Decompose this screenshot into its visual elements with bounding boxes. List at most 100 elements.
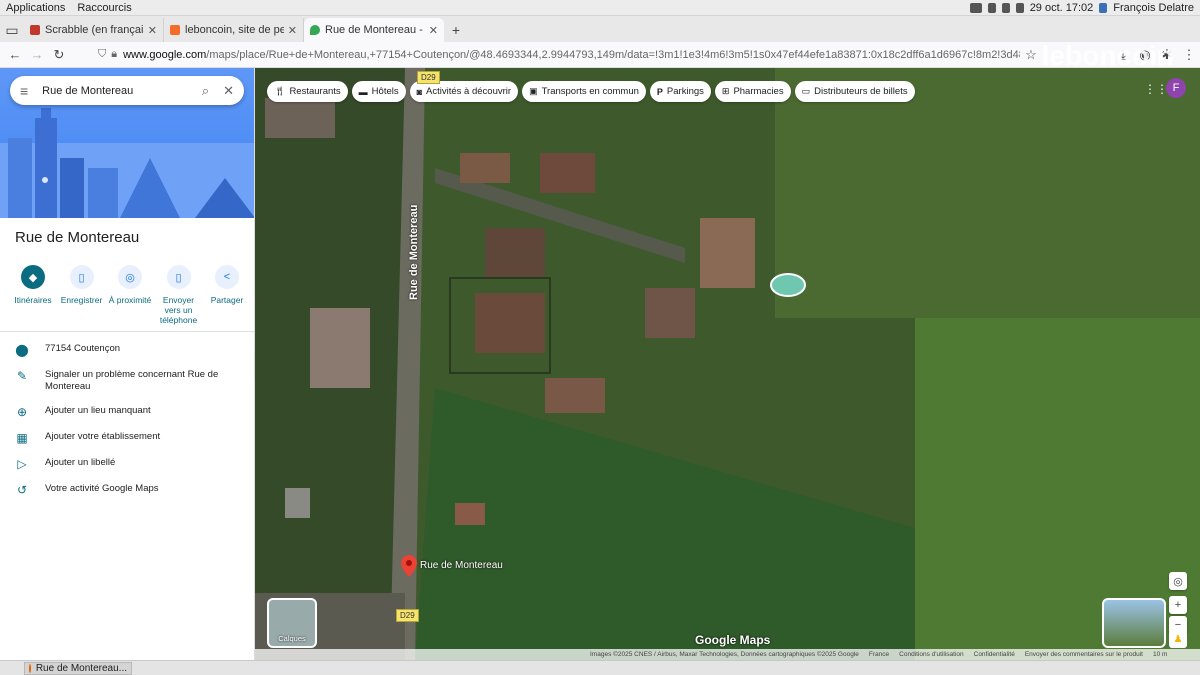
address-text: 77154 Coutençon: [45, 343, 121, 354]
search-icon[interactable]: ⌕: [202, 83, 209, 99]
nearby-button[interactable]: ◎ À proximité: [107, 265, 153, 325]
back-arrow-icon[interactable]: ←: [4, 44, 26, 66]
maps-activity-row[interactable]: ↺ Votre activité Google Maps: [0, 483, 254, 497]
pharmacy-icon: ⊞: [721, 86, 730, 96]
url-bar[interactable]: ⛉ 🔒︎ www.google.com/maps/place/Rue+de+Mo…: [78, 45, 1020, 65]
phone-icon: ▯: [166, 265, 191, 289]
close-tab-icon[interactable]: ✕: [288, 24, 297, 37]
mail-icon[interactable]: [969, 2, 982, 13]
user-name[interactable]: François Delatre: [1113, 2, 1194, 14]
tab-list-icon[interactable]: ▭: [0, 18, 24, 42]
layers-label: Calques: [278, 634, 306, 643]
zoom-in-button[interactable]: +: [1169, 596, 1187, 614]
action-label: À proximité: [108, 295, 152, 305]
footer-link-terms[interactable]: Conditions d'utilisation: [899, 651, 963, 658]
report-problem-row[interactable]: ✎ Signaler un problème concernant Rue de…: [0, 369, 254, 393]
star-icon[interactable]: ☆: [1020, 44, 1042, 66]
add-label-text: Ajouter un libellé: [45, 457, 116, 468]
search-box[interactable]: ≡ ⌕ ✕: [10, 76, 244, 105]
location-pin-icon: ⬤: [15, 343, 29, 357]
add-place-text: Ajouter un lieu manquant: [45, 405, 151, 416]
maps-sidebar: ≡ ⌕ ✕ Rue de Montereau ◆ Itinéraires ▯ E…: [0, 68, 255, 660]
reload-icon[interactable]: ↻: [48, 44, 70, 66]
parking-icon: P: [656, 86, 663, 97]
bookmark-icon: ▯: [69, 265, 94, 289]
label-icon: ▷: [17, 457, 27, 471]
my-location-icon[interactable]: ◎: [1169, 572, 1187, 590]
chip-hotels[interactable]: ▬ Hôtels: [351, 81, 406, 102]
chip-transit[interactable]: ▣ Transports en commun: [522, 81, 646, 102]
apps-grid-icon[interactable]: ⋮⋮: [1144, 82, 1168, 96]
google-maps-logo: Google Maps: [695, 633, 771, 647]
chip-label: Restaurants: [289, 86, 341, 97]
directions-button[interactable]: ◆ Itinéraires: [10, 265, 56, 325]
clock[interactable]: 29 oct. 17:02: [1030, 2, 1094, 14]
send-to-phone-button[interactable]: ▯ Envoyer vers un téléphone: [156, 265, 202, 325]
battery-icon[interactable]: [1015, 2, 1024, 13]
os-taskbar: Rue de Montereau...: [0, 660, 1200, 675]
close-tab-icon[interactable]: ✕: [429, 24, 438, 37]
add-place-row[interactable]: ⊕ Ajouter un lieu manquant: [0, 405, 254, 419]
chip-pharmacies[interactable]: ⊞ Pharmacies: [714, 81, 791, 102]
footer-link-feedback[interactable]: Envoyer des commentaires sur le produit: [1025, 651, 1143, 658]
menu-icon[interactable]: ⋮: [1178, 44, 1200, 66]
add-label-row[interactable]: ▷ Ajouter un libellé: [0, 457, 254, 471]
add-business-row[interactable]: ▦ Ajouter votre établissement: [0, 431, 254, 445]
add-business-icon: ▦: [16, 431, 28, 445]
chip-label: Distributeurs de billets: [814, 86, 908, 97]
maps-activity-text: Votre activité Google Maps: [45, 483, 159, 494]
pegman-icon[interactable]: ♟: [1169, 630, 1187, 648]
tab-title: Rue de Montereau - Goog: [325, 24, 425, 36]
forward-arrow-icon[interactable]: →: [26, 44, 48, 66]
close-tab-icon[interactable]: ✕: [148, 24, 157, 37]
hamburger-menu-icon[interactable]: ≡: [20, 83, 28, 99]
address-row[interactable]: ⬤ 77154 Coutençon: [0, 343, 254, 357]
applications-menu[interactable]: Applications: [0, 2, 71, 14]
chip-parkings[interactable]: P Parkings: [649, 81, 711, 102]
tab-leboncoin[interactable]: leboncoin, site de petites ✕: [164, 18, 304, 42]
lock-icon[interactable]: 🔒︎: [111, 48, 117, 61]
taskbar-window-button[interactable]: Rue de Montereau...: [24, 661, 132, 675]
shield-icon[interactable]: ⛉: [98, 48, 106, 61]
layers-button[interactable]: Calques: [267, 598, 317, 648]
chip-restaurants[interactable]: 🍴︎ Restaurants: [267, 81, 348, 102]
pin-label[interactable]: Rue de Montereau: [420, 560, 503, 571]
volume-icon[interactable]: [1001, 2, 1010, 13]
system-top-bar: Applications Raccourcis 29 oct. 17:02 Fr…: [0, 0, 1200, 16]
share-button[interactable]: < Partager: [204, 265, 250, 325]
scrabble-favicon-icon: [30, 25, 40, 35]
action-label: Envoyer vers un téléphone: [159, 295, 198, 325]
add-business-text: Ajouter votre établissement: [45, 431, 161, 442]
avatar[interactable]: F: [1166, 78, 1186, 98]
save-button[interactable]: ▯ Enregistrer: [59, 265, 105, 325]
pencil-icon: ✎: [16, 369, 28, 383]
footer-link-country[interactable]: France: [869, 651, 889, 658]
search-input[interactable]: [42, 84, 202, 97]
network-icon[interactable]: [987, 2, 996, 13]
directions-icon: ◆: [21, 265, 45, 289]
new-tab-icon[interactable]: +: [444, 18, 468, 42]
nearby-icon: ◎: [118, 265, 142, 289]
street-view-thumbnail[interactable]: [1102, 598, 1166, 648]
satellite-map[interactable]: 🍴︎ Restaurants ▬ Hôtels ◙ Activités à décou…: [255, 68, 1200, 660]
close-icon[interactable]: ✕: [223, 83, 234, 99]
chip-atms[interactable]: ▭ Distributeurs de billets: [794, 81, 915, 102]
footer-link-privacy[interactable]: Confidentialité: [974, 651, 1015, 658]
road-label-d29-top: D29: [417, 71, 440, 84]
location-pin-icon[interactable]: [401, 555, 417, 577]
user-icon: [1099, 2, 1108, 13]
tab-scrabble[interactable]: Scrabble (en français) – Jo ✕: [24, 18, 164, 42]
leboncoin-favicon-icon: [170, 25, 180, 35]
divider: [0, 331, 254, 332]
satellite-imagery: [255, 68, 1200, 660]
category-chips: 🍴︎ Restaurants ▬ Hôtels ◙ Activités à décou…: [267, 81, 915, 102]
atm-icon: ▭: [801, 86, 811, 96]
tab-google-maps[interactable]: Rue de Montereau - Goog ✕: [304, 18, 444, 42]
browser-tab-bar: ▭ Scrabble (en français) – Jo ✕ leboncoi…: [0, 16, 1200, 42]
url-path: /maps/place/Rue+de+Montereau,+77154+Cout…: [206, 48, 1020, 61]
chip-activities[interactable]: ◙ Activités à découvrir: [409, 81, 519, 102]
chip-label: Parkings: [666, 86, 704, 97]
attribution-text: Images ©2025 CNES / Airbus, Maxar Techno…: [590, 651, 859, 658]
shortcuts-menu[interactable]: Raccourcis: [71, 2, 137, 14]
chip-label: Activités à découvrir: [426, 86, 512, 97]
